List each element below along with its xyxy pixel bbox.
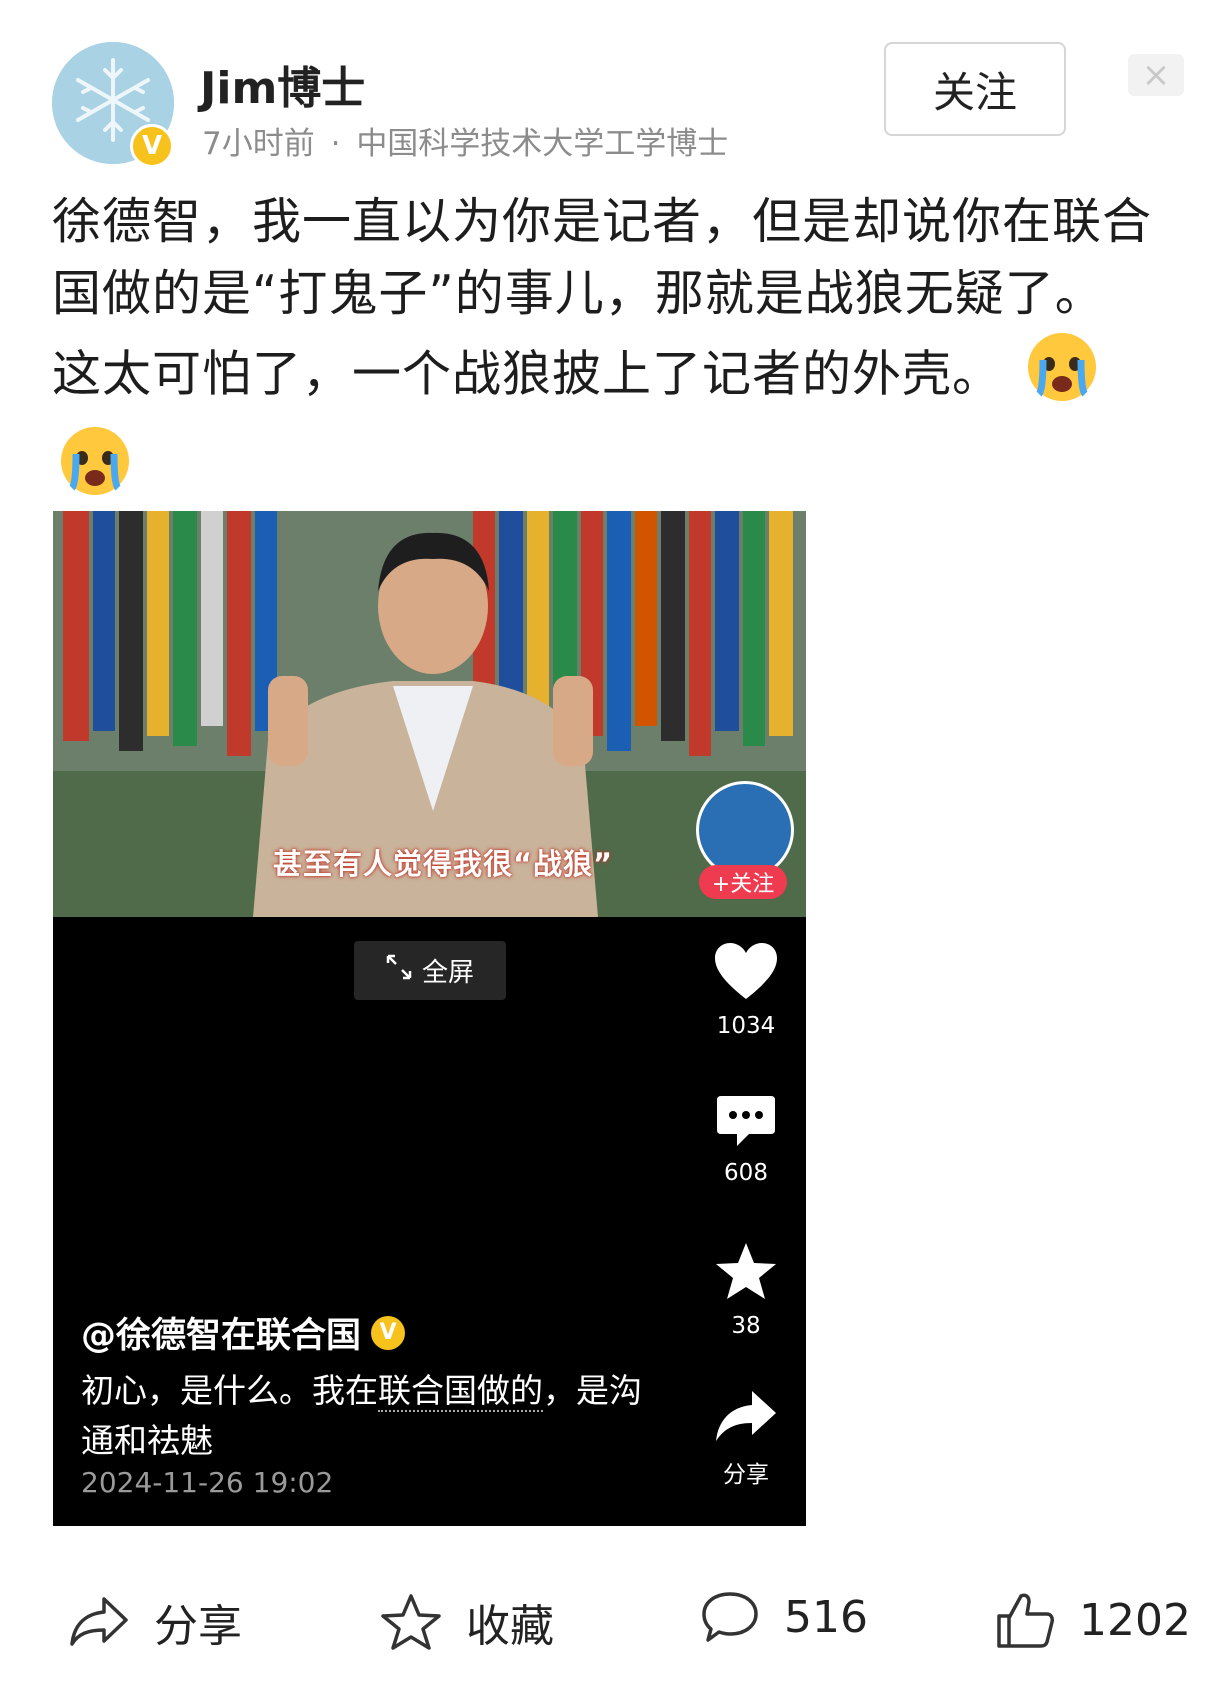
video-favorite-count: 38 [731, 1313, 761, 1339]
verified-badge-icon: V [371, 1315, 406, 1350]
comment-button[interactable]: 516 [700, 1590, 868, 1644]
favorite-button[interactable]: 收藏 [380, 1590, 554, 1654]
expand-icon [386, 954, 412, 987]
thumbs-up-icon [997, 1593, 1054, 1648]
comment-bubble-icon [717, 1096, 775, 1146]
follow-button[interactable]: 关注 [884, 42, 1066, 136]
video-subtitle: 甚至有人觉得我很“战狼” [273, 847, 614, 881]
comment-icon [702, 1592, 758, 1642]
favorite-label: 收藏 [466, 1601, 554, 1652]
post-time: 7小时前 [202, 126, 315, 162]
video-description: 初心，是什么。我在联合国做的，是沟通和祛魅 [81, 1366, 671, 1466]
comment-count: 516 [784, 1591, 868, 1643]
star-icon [716, 1243, 776, 1299]
video-like-count: 1034 [716, 1013, 776, 1039]
crying-face-icon [1025, 330, 1099, 424]
video-desc-link[interactable]: 联合国做的 [378, 1371, 543, 1412]
post-meta: 7小时前 · 中国科学技术大学工学博士 [202, 118, 728, 163]
video-like-button[interactable]: 1034 [703, 941, 789, 1039]
star-outline-icon [381, 1594, 441, 1650]
video-comment-count: 608 [724, 1160, 768, 1186]
video-card[interactable]: 甚至有人觉得我很“战狼” +关注 全屏 1034 608 38 分享 @徐德智在… [53, 511, 806, 1526]
like-count: 1202 [1079, 1594, 1191, 1646]
video-author[interactable]: @徐德智在联合国 V [81, 1307, 406, 1358]
video-share-label: 分享 [723, 1462, 769, 1488]
share-icon [70, 1597, 128, 1646]
share-arrow-icon [716, 1391, 776, 1441]
creator-follow-button[interactable]: +关注 [699, 865, 787, 899]
video-date: 2024-11-26 19:02 [81, 1466, 334, 1499]
video-comment-button[interactable]: 608 [703, 1094, 789, 1186]
crying-face-icon [58, 424, 132, 518]
share-button[interactable]: 分享 [68, 1590, 242, 1654]
author-name[interactable]: Jim博士 [200, 52, 365, 116]
close-icon[interactable]: × [1128, 54, 1184, 96]
video-desc-text: 初心，是什么。我在 [81, 1371, 378, 1410]
heart-icon [715, 943, 777, 999]
author-bio: 中国科学技术大学工学博士 [356, 126, 729, 162]
verified-badge-icon: V [130, 124, 174, 168]
video-frame[interactable]: 甚至有人觉得我很“战狼” +关注 [53, 511, 806, 917]
video-share-button[interactable]: 分享 [703, 1389, 789, 1489]
fullscreen-button[interactable]: 全屏 [354, 941, 506, 1000]
like-button[interactable]: 1202 [995, 1590, 1191, 1650]
post-text: 徐德智，我一直以为你是记者，但是却说你在联合国做的是“打鬼子”的事儿，那就是战狼… [52, 193, 1153, 403]
share-label: 分享 [154, 1601, 242, 1652]
video-favorite-button[interactable]: 38 [703, 1241, 789, 1339]
video-author-handle: @徐德智在联合国 [81, 1316, 362, 1356]
fullscreen-label: 全屏 [421, 958, 474, 988]
post-body: 徐德智，我一直以为你是记者，但是却说你在联合国做的是“打鬼子”的事儿，那就是战狼… [52, 186, 1152, 518]
meta-separator: · [330, 126, 341, 162]
